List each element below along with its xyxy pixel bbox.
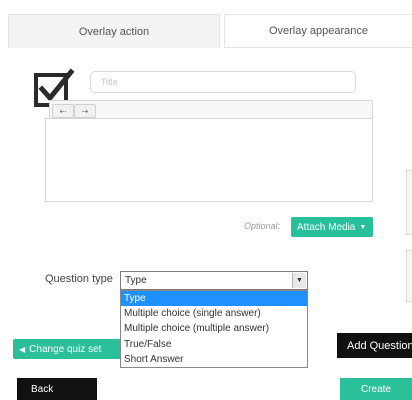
dropdown-option[interactable]: Type	[121, 291, 307, 307]
question-editor[interactable]	[45, 118, 373, 202]
editor-toolbar: ⇠ ⇢	[49, 100, 373, 118]
question-type-select[interactable]: Type ▼	[120, 271, 308, 290]
tab-overlay-appearance[interactable]: Overlay appearance	[224, 14, 412, 48]
title-input[interactable]	[90, 71, 356, 93]
dropdown-option[interactable]: Short Answer	[121, 352, 307, 367]
attach-media-button[interactable]: Attach Media ▼	[291, 217, 373, 237]
question-type-value: Type	[125, 275, 147, 286]
chevron-left-icon: ◀	[19, 344, 26, 354]
tab-overlay-action-label: Overlay action	[78, 25, 150, 38]
question-type-label: Question type	[45, 273, 113, 285]
dropdown-option[interactable]: Multiple choice (single answer)	[121, 306, 307, 321]
add-question-label: Add Question	[347, 339, 412, 352]
side-panel-fragment	[406, 250, 412, 302]
create-label: Create	[360, 383, 391, 395]
add-question-button[interactable]: Add Question	[337, 333, 412, 358]
dropdown-option[interactable]: True/False	[121, 337, 307, 352]
tab-overlay-action[interactable]: Overlay action	[8, 14, 220, 48]
tab-overlay-appearance-label: Overlay appearance	[268, 25, 369, 37]
dropdown-option[interactable]: Multiple choice (multiple answer)	[121, 321, 307, 336]
optional-label: Optional:	[244, 221, 281, 231]
change-quiz-label: Change quiz set	[29, 343, 102, 355]
question-type-dropdown: Type Multiple choice (single answer) Mul…	[120, 290, 308, 368]
attach-media-label: Attach Media	[297, 221, 356, 233]
chevron-down-icon[interactable]: ▼	[292, 273, 306, 288]
bullet-list-icon[interactable]: ⇠	[52, 104, 74, 118]
caret-down-icon: ▼	[359, 223, 367, 231]
numbered-list-icon[interactable]: ⇢	[74, 104, 96, 118]
back-label: Back	[31, 383, 54, 395]
side-panel-fragment	[406, 170, 412, 235]
